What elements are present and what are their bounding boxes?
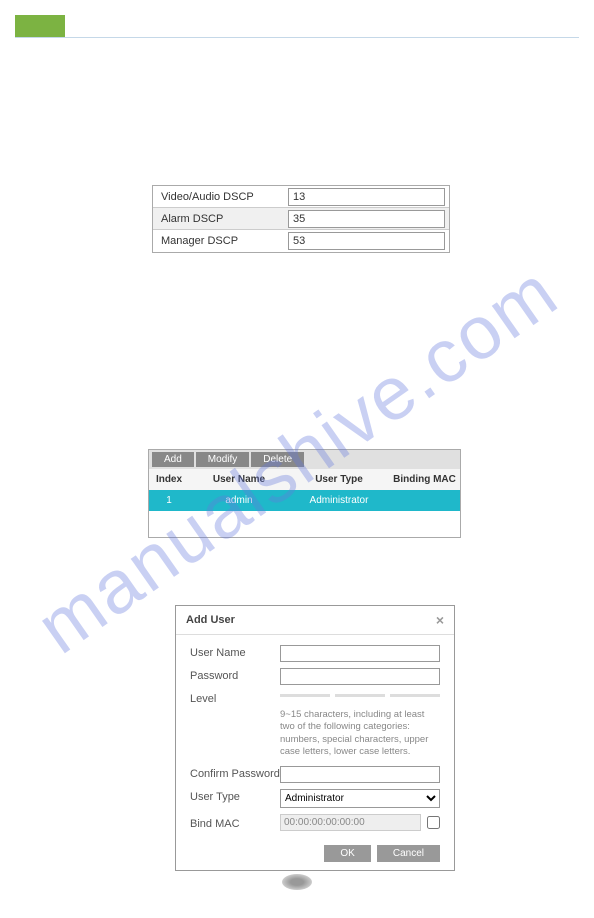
form-row-confirm: Confirm Password (190, 766, 440, 783)
header-binding-mac: Binding MAC (389, 469, 460, 490)
confirm-password-label: Confirm Password (190, 766, 280, 780)
cell-index: 1 (149, 490, 189, 511)
usertype-label: User Type (190, 789, 280, 803)
usertype-select[interactable]: Administrator (280, 789, 440, 808)
user-toolbar: Add Modify Delete (149, 450, 460, 469)
password-label: Password (190, 668, 280, 682)
form-row-bindmac: Bind MAC (190, 814, 440, 831)
page-number-indicator (282, 874, 312, 890)
alarm-dscp-input[interactable] (288, 210, 445, 228)
dscp-label: Manager DSCP (153, 235, 288, 247)
video-audio-dscp-input[interactable] (288, 188, 445, 206)
password-input[interactable] (280, 668, 440, 685)
level-label: Level (190, 691, 280, 705)
cell-username: admin (189, 490, 289, 511)
page-header-divider (15, 37, 579, 38)
level-bar (390, 694, 440, 697)
dscp-label: Alarm DSCP (153, 213, 288, 225)
manager-dscp-input[interactable] (288, 232, 445, 250)
dialog-title: Add User (186, 614, 235, 626)
header-index: Index (149, 469, 189, 490)
header-usertype: User Type (289, 469, 389, 490)
table-empty-space (149, 511, 460, 537)
username-input[interactable] (280, 645, 440, 662)
close-icon[interactable]: × (436, 612, 444, 628)
header-username: User Name (189, 469, 289, 490)
cancel-button[interactable]: Cancel (377, 845, 440, 862)
confirm-password-input[interactable] (280, 766, 440, 783)
ok-button[interactable]: OK (324, 845, 370, 862)
page-header-accent (15, 15, 65, 37)
bindmac-checkbox[interactable] (427, 816, 440, 829)
dialog-header: Add User × (176, 606, 454, 635)
user-table-header: Index User Name User Type Binding MAC (149, 469, 460, 490)
add-button[interactable]: Add (152, 452, 194, 467)
bindmac-input[interactable] (280, 814, 421, 831)
form-row-level: Level (190, 691, 440, 705)
cell-mac (389, 490, 460, 511)
table-row[interactable]: 1 admin Administrator (149, 490, 460, 511)
dialog-body: User Name Password Level 9~15 characters… (176, 635, 454, 870)
dscp-settings-table: Video/Audio DSCP Alarm DSCP Manager DSCP (152, 185, 450, 253)
form-row-usertype: User Type Administrator (190, 789, 440, 808)
level-bar (280, 694, 330, 697)
form-row-password: Password (190, 668, 440, 685)
dscp-row-alarm: Alarm DSCP (153, 208, 449, 230)
cell-usertype: Administrator (289, 490, 389, 511)
bindmac-label: Bind MAC (190, 816, 280, 830)
add-user-dialog: Add User × User Name Password Level 9~15… (175, 605, 455, 871)
password-hint: 9~15 characters, including at least two … (280, 709, 440, 758)
modify-button[interactable]: Modify (196, 452, 249, 467)
password-strength-meter (280, 691, 440, 697)
dscp-label: Video/Audio DSCP (153, 191, 288, 203)
dialog-footer: OK Cancel (190, 837, 440, 862)
level-bar (335, 694, 385, 697)
delete-button[interactable]: Delete (251, 452, 304, 467)
dscp-row-video-audio: Video/Audio DSCP (153, 186, 449, 208)
form-row-username: User Name (190, 645, 440, 662)
user-management-table: Add Modify Delete Index User Name User T… (148, 449, 461, 538)
dscp-row-manager: Manager DSCP (153, 230, 449, 252)
username-label: User Name (190, 645, 280, 659)
